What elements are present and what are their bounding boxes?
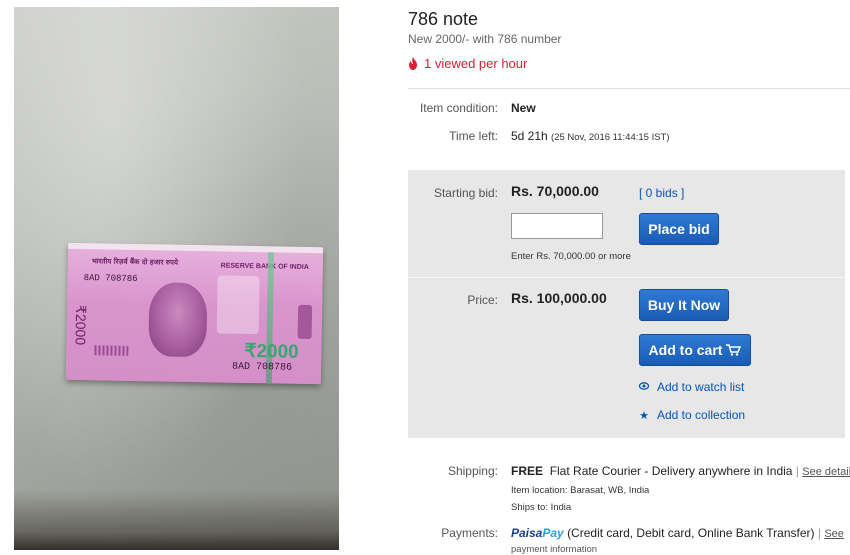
star-icon: ★ xyxy=(639,409,649,422)
time-left: 5d 21h (25 Nov, 2016 11:44:15 IST) xyxy=(511,129,670,143)
price-label: Price: xyxy=(467,293,498,307)
collection-label: Add to collection xyxy=(657,408,746,422)
time-left-value: 5d 21h xyxy=(511,129,548,143)
eye-icon xyxy=(638,381,650,393)
bid-hint: Enter Rs. 70,000.00 or more xyxy=(511,251,631,262)
note-vertical-denomination: ₹2000 xyxy=(72,304,90,346)
listing-subtitle: New 2000/- with 786 number xyxy=(408,32,562,46)
buy-it-now-button[interactable]: Buy It Now xyxy=(639,289,729,321)
paisapay-logo: PaisaPay xyxy=(511,526,564,540)
photo-shadow xyxy=(14,490,339,550)
end-time: (25 Nov, 2016 11:44:15 IST) xyxy=(551,132,670,143)
note-hindi-text: भारतीय रिज़र्व बैंक दो हजार रुपये xyxy=(91,257,179,267)
add-to-watch-list-link[interactable]: Add to watch list xyxy=(638,380,745,394)
cart-icon xyxy=(726,344,742,356)
paisapay-logo-b: Pay xyxy=(542,526,564,540)
condition-label: Item condition: xyxy=(419,101,498,115)
ships-to: Ships to: India xyxy=(511,502,572,513)
note-rbi-text: RESERVE BANK OF INDIA xyxy=(220,262,309,271)
starting-bid-label: Starting bid: xyxy=(433,186,498,200)
listing-title: 786 note xyxy=(408,9,479,29)
paisapay-logo-a: Paisa xyxy=(511,526,543,540)
price-value: Rs. 100,000.00 xyxy=(511,290,607,306)
note-serial-bottom: 8AD 708786 xyxy=(231,361,293,374)
note-pattern xyxy=(94,345,129,356)
viewed-indicator: 1 viewed per hour xyxy=(408,56,527,71)
see-payment-link[interactable]: See xyxy=(824,528,844,540)
see-details-link[interactable]: See details xyxy=(802,466,850,478)
add-to-cart-label: Add to cart xyxy=(648,342,723,358)
condition-value: New xyxy=(511,101,536,115)
divider xyxy=(408,88,850,89)
shipping-label: Shipping: xyxy=(447,464,498,478)
item-location: Item location: Barasat, WB, India xyxy=(511,485,650,496)
time-left-label: Time left: xyxy=(449,129,498,143)
panel-divider xyxy=(408,277,845,278)
shipping-method: Flat Rate Courier - Delivery anywhere in… xyxy=(549,464,793,478)
shipping-summary: FREE Flat Rate Courier - Delivery anywhe… xyxy=(511,464,850,478)
payments-label: Payments: xyxy=(441,526,498,540)
banknote-image: भारतीय रिज़र्व बैंक दो हजार रुपये RESERV… xyxy=(65,242,324,385)
flame-icon xyxy=(409,57,417,70)
starting-bid-value: Rs. 70,000.00 xyxy=(511,183,599,199)
place-bid-button[interactable]: Place bid xyxy=(639,213,719,245)
shipping-free: FREE xyxy=(511,464,544,478)
note-watermark xyxy=(216,275,260,335)
add-to-cart-button[interactable]: Add to cart xyxy=(639,334,751,366)
note-portrait xyxy=(148,282,208,358)
bid-amount-input[interactable] xyxy=(511,213,603,239)
note-denomination: ₹2000 xyxy=(244,340,299,363)
note-emblem xyxy=(297,304,313,340)
viewed-text: 1 viewed per hour xyxy=(424,56,528,71)
bid-count-link[interactable]: [ 0 bids ] xyxy=(639,186,684,200)
payments-summary: PaisaPay (Credit card, Debit card, Onlin… xyxy=(511,526,844,540)
note-edge xyxy=(68,242,324,254)
note-serial-top: 8AD 708786 xyxy=(83,273,138,285)
add-to-collection-link[interactable]: ★ Add to collection xyxy=(639,408,745,422)
watch-list-label: Add to watch list xyxy=(657,380,745,394)
payment-methods: (Credit card, Debit card, Online Bank Tr… xyxy=(567,526,815,540)
product-photo[interactable]: भारतीय रिज़र्व बैंक दो हजार रुपये RESERV… xyxy=(14,7,339,550)
